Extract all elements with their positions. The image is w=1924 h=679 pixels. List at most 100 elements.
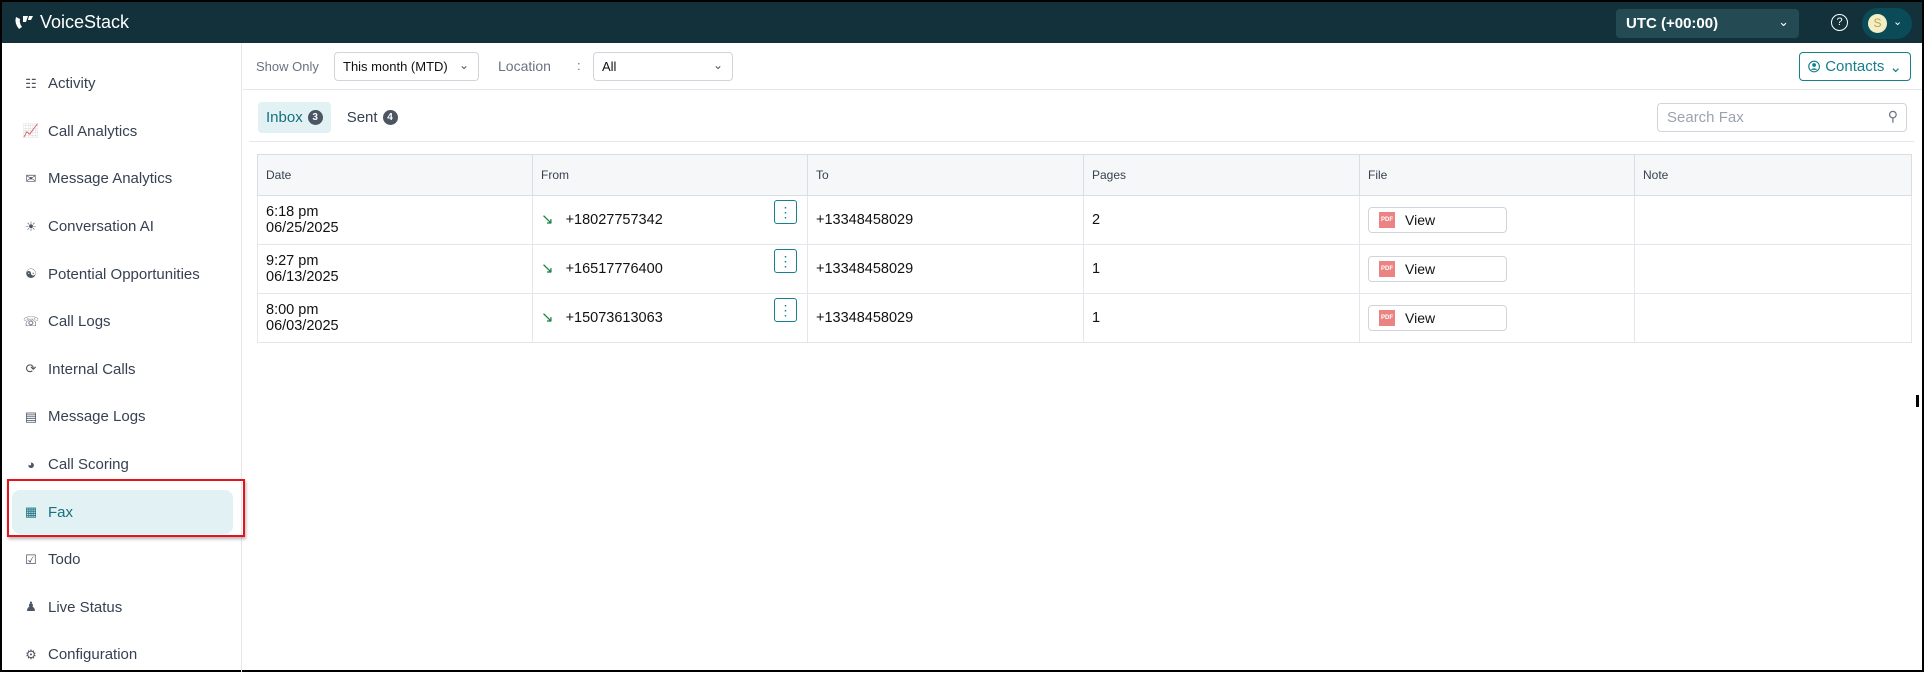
phone-icon: ☏ <box>22 313 40 329</box>
sidebar-item-todo[interactable]: ☑ Todo <box>2 536 241 584</box>
resize-cursor <box>1916 395 1919 407</box>
sidebar-item-activity[interactable]: ☷ Activity <box>2 60 241 108</box>
file-cell: PDF View <box>1359 195 1635 245</box>
show-only-value: This month (MTD) <box>343 59 448 74</box>
opportunities-icon: ☯ <box>25 266 37 282</box>
sidebar-item-label: Message Analytics <box>48 170 173 188</box>
fax-tabs: Inbox 3 Sent 4 <box>258 102 406 133</box>
sidebar-item-conversation-ai[interactable]: ☀ Conversation AI <box>2 203 241 251</box>
incoming-arrow-icon: ↘ <box>541 260 554 277</box>
sidebar-item-internal-calls[interactable]: ⟳ Internal Calls <box>2 346 241 394</box>
view-file-button[interactable]: PDF View <box>1368 207 1507 233</box>
activity-icon: ☷ <box>25 75 37 91</box>
date-cell: 9:27 pm 06/13/2025 <box>257 244 533 294</box>
sidebar-item-label: Fax <box>48 503 74 521</box>
search-icon[interactable]: ⚲ <box>1888 108 1898 125</box>
show-only-label: Show Only <box>256 59 319 74</box>
contacts-button[interactable]: Contacts ⌄ <box>1799 52 1911 81</box>
tab-inbox[interactable]: Inbox 3 <box>258 102 331 133</box>
view-file-button[interactable]: PDF View <box>1368 305 1507 331</box>
to-cell: +13348458029 <box>807 244 1084 294</box>
column-header-pages: Pages <box>1083 154 1360 196</box>
message-analytics-icon: ✉ <box>25 170 37 186</box>
internal-calls-icon: ⟳ <box>25 361 37 377</box>
chevron-down-icon: ⌄ <box>1889 58 1902 76</box>
sidebar-item-fax[interactable]: ▦ Fax <box>2 488 241 536</box>
location-label: Location <box>498 58 551 74</box>
fax-table: Date From To Pages File Note 6:18 pm 06/25/202… <box>257 154 1912 343</box>
location-select[interactable]: All ⌄ <box>593 52 733 81</box>
user-circle-icon <box>1808 60 1821 73</box>
table-row[interactable]: 9:27 pm 06/13/2025 ↘ +16517776400 ⋮ +133484… <box>257 244 1912 294</box>
chart-icon: 📈 <box>22 123 40 139</box>
table-row[interactable]: 6:18 pm 06/25/2025 ↘ +18027757342 ⋮ +133484… <box>257 195 1912 245</box>
sidebar-item-label: Message Logs <box>48 408 146 426</box>
date: 06/03/2025 <box>266 318 339 334</box>
help-icon[interactable]: ? <box>1831 14 1848 31</box>
logo[interactable]: VoiceStack <box>14 12 129 33</box>
show-only-select[interactable]: This month (MTD) ⌄ <box>334 52 479 81</box>
message-icon: ▤ <box>24 408 38 424</box>
search-fax-input[interactable]: Search Fax ⚲ <box>1657 103 1907 132</box>
time: 6:18 pm <box>266 204 319 220</box>
voicestack-logo-icon <box>15 15 33 29</box>
sidebar-item-message-logs[interactable]: ▤ Message Logs <box>2 393 241 441</box>
live-status-icon: ♟ <box>25 599 37 615</box>
sidebar-item-message-analytics[interactable]: ✉ Message Analytics <box>2 155 241 203</box>
date-cell: 6:18 pm 06/25/2025 <box>257 195 533 245</box>
more-options-button[interactable]: ⋮ <box>774 298 797 322</box>
tab-sent[interactable]: Sent 4 <box>339 102 406 133</box>
count-badge: 4 <box>382 110 398 125</box>
column-header-date: Date <box>257 154 533 196</box>
table-row[interactable]: 8:00 pm 06/03/2025 ↘ +15073613063 ⋮ +133484… <box>257 293 1912 343</box>
file-cell: PDF View <box>1359 293 1635 343</box>
sidebar-item-label: Todo <box>48 551 81 569</box>
time: 9:27 pm <box>266 253 319 269</box>
more-options-button[interactable]: ⋮ <box>774 249 797 273</box>
view-label: View <box>1405 212 1436 228</box>
sidebar: ☷ Activity 📈 Call Analytics ✉ Message Analyti… <box>2 43 242 672</box>
chevron-down-icon: ⌄ <box>1893 16 1903 28</box>
incoming-arrow-icon: ↘ <box>541 309 554 326</box>
column-header-to: To <box>807 154 1084 196</box>
note-cell <box>1634 293 1912 343</box>
sidebar-item-potential-opportunities[interactable]: ☯ Potential Opportunities <box>2 250 241 298</box>
timezone-select[interactable]: UTC (+00:00) ⌄ <box>1616 9 1799 38</box>
note-cell <box>1634 244 1912 294</box>
view-label: View <box>1405 310 1436 326</box>
to-cell: +13348458029 <box>807 195 1084 245</box>
sidebar-item-call-logs[interactable]: ☏ Call Logs <box>2 298 241 346</box>
fax-icon: ▦ <box>24 504 38 520</box>
top-bar: VoiceStack UTC (+00:00) ⌄ ? S ⌄ <box>2 2 1922 43</box>
pages-cell: 1 <box>1083 244 1360 294</box>
from-cell: ↘ +18027757342 ⋮ <box>532 195 808 245</box>
gear-icon: ⚙ <box>25 646 37 662</box>
column-header-file: File <box>1359 154 1635 196</box>
sidebar-item-call-analytics[interactable]: 📈 Call Analytics <box>2 108 241 156</box>
from-cell: ↘ +16517776400 ⋮ <box>532 244 808 294</box>
sidebar-item-label: Conversation AI <box>48 218 154 236</box>
avatar: S <box>1868 14 1887 33</box>
pdf-icon: PDF <box>1379 310 1395 326</box>
sidebar-item-live-status[interactable]: ♟ Live Status <box>2 584 241 632</box>
from-number: +15073613063 <box>565 310 663 326</box>
file-cell: PDF View <box>1359 244 1635 294</box>
more-options-button[interactable]: ⋮ <box>774 200 797 224</box>
incoming-arrow-icon: ↘ <box>541 211 554 228</box>
chevron-down-icon: ⌄ <box>458 58 469 72</box>
from-number: +18027757342 <box>565 212 663 228</box>
time: 8:00 pm <box>266 302 319 318</box>
user-menu[interactable]: S ⌄ <box>1862 8 1912 39</box>
chevron-down-icon: ⌄ <box>1778 14 1789 29</box>
location-value: All <box>602 59 617 74</box>
timezone-value: UTC (+00:00) <box>1626 15 1719 32</box>
tab-label: Sent <box>346 109 378 126</box>
pdf-icon: PDF <box>1379 212 1395 228</box>
pages-cell: 2 <box>1083 195 1360 245</box>
sidebar-item-call-scoring[interactable]: ◕ Call Scoring <box>2 441 241 489</box>
contacts-label: Contacts <box>1825 58 1885 75</box>
active-highlight <box>12 490 233 535</box>
view-file-button[interactable]: PDF View <box>1368 256 1507 282</box>
from-number: +16517776400 <box>565 261 663 277</box>
sidebar-item-label: Internal Calls <box>48 360 136 378</box>
